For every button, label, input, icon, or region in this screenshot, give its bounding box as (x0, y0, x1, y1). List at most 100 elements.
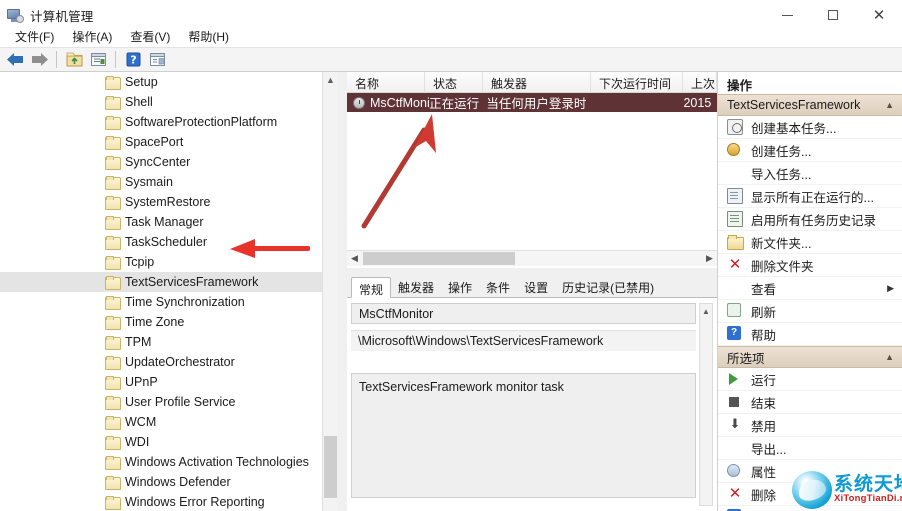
tab-0[interactable]: 常规 (351, 277, 392, 298)
table-row[interactable]: MsCtfMonitor正在运行当任何用户登录时 2015 (347, 93, 717, 112)
tree-item-label: UPnP (125, 375, 158, 389)
tree-item[interactable]: Tcpip (0, 252, 322, 272)
tab-1[interactable]: 触发器 (391, 276, 441, 297)
scroll-down-icon[interactable] (323, 495, 337, 511)
chevron-up-icon[interactable]: ▲ (885, 100, 894, 110)
action-refresh[interactable]: 刷新 (718, 300, 902, 323)
tree-item[interactable]: Time Synchronization (0, 292, 322, 312)
action-enable-history[interactable]: 启用所有任务历史记录 (718, 208, 902, 231)
column-header[interactable]: 状态 (425, 72, 483, 93)
hscroll-right-icon[interactable]: ▶ (702, 251, 717, 266)
tree-item-label: Setup (125, 75, 158, 89)
tree-item[interactable]: UpdateOrchestrator (0, 352, 322, 372)
actions-group-header[interactable]: TextServicesFramework ▲ (718, 94, 902, 116)
folder-icon (105, 236, 121, 250)
properties-button[interactable] (87, 49, 109, 70)
refresh-icon (727, 303, 743, 319)
tree-item[interactable]: Sysmain (0, 172, 322, 192)
tree-item[interactable]: WDI (0, 432, 322, 452)
action-delete-folder[interactable]: ✕ 删除文件夹 (718, 254, 902, 277)
tree-item[interactable]: Time Zone (0, 312, 322, 332)
up-folder-button[interactable] (63, 49, 85, 70)
task-list-pane: 名称状态触发器下次运行时间上次 MsCtfMonitor正在运行当任何用户登录时… (347, 72, 717, 511)
action-new-folder[interactable]: 新文件夹... (718, 231, 902, 254)
folder-icon (105, 256, 121, 270)
menu-file[interactable]: 文件(F) (6, 26, 63, 47)
scroll-up-icon[interactable]: ▲ (323, 72, 337, 88)
action-label: 查看 (751, 282, 777, 297)
hscroll-thumb[interactable] (363, 252, 515, 265)
actions-group-header[interactable]: 所选项 ▲ (718, 346, 902, 368)
window-title: 计算机管理 (30, 9, 94, 24)
tree-item[interactable]: Windows Defender (0, 472, 322, 492)
detail-scrollbar[interactable]: ▲ (699, 303, 713, 506)
action-disable[interactable]: ⬇ 禁用 (718, 414, 902, 437)
properties-icon (727, 463, 743, 479)
detail-scroll-up-icon[interactable]: ▲ (700, 304, 712, 318)
horizontal-splitter[interactable] (347, 268, 717, 276)
detail-general-panel: MsCtfMonitor \Microsoft\Windows\TextServ… (347, 298, 717, 511)
action-export[interactable]: 导出... (718, 437, 902, 460)
action-run[interactable]: 运行 (718, 368, 902, 391)
action-view[interactable]: 查看 ▶ (718, 277, 902, 300)
tree-item-label: Time Synchronization (125, 295, 245, 309)
forward-button[interactable] (28, 49, 50, 70)
tree-item[interactable]: WCM (0, 412, 322, 432)
folder-icon (105, 116, 121, 130)
back-button[interactable] (4, 49, 26, 70)
tab-3[interactable]: 条件 (479, 276, 517, 297)
tree-item[interactable]: Windows Activation Technologies (0, 452, 322, 472)
action-create-task[interactable]: 创建任务... (718, 139, 902, 162)
menu-action[interactable]: 操作(A) (63, 26, 121, 47)
minimize-icon (781, 14, 793, 16)
action-import-task[interactable]: 导入任务... (718, 162, 902, 185)
column-header[interactable]: 名称 (347, 72, 425, 93)
tab-2[interactable]: 操作 (441, 276, 479, 297)
tree-item[interactable]: Windows Error Reporting (0, 492, 322, 511)
end-icon (727, 394, 743, 410)
tree-item-label: Windows Activation Technologies (125, 455, 309, 469)
task-list-hscrollbar[interactable]: ◀ ▶ (347, 250, 717, 266)
tree-item[interactable]: Setup (0, 72, 322, 92)
tree-item[interactable]: TPM (0, 332, 322, 352)
tree-item-label: TextServicesFramework (125, 275, 259, 289)
menu-view[interactable]: 查看(V) (121, 26, 179, 47)
close-icon: ✕ (872, 5, 886, 24)
tree-item[interactable]: SoftwareProtectionPlatform (0, 112, 322, 132)
tree-item-label: WCM (125, 415, 157, 429)
tab-5[interactable]: 历史记录(已禁用) (555, 276, 661, 297)
column-header[interactable]: 上次 (683, 72, 717, 93)
help-button[interactable]: ? (122, 49, 144, 70)
action-show-running[interactable]: 显示所有正在运行的... (718, 185, 902, 208)
tree-item[interactable]: Task Manager (0, 212, 322, 232)
hscroll-left-icon[interactable]: ◀ (347, 251, 362, 266)
tree-item[interactable]: TextServicesFramework (0, 272, 322, 292)
column-header[interactable]: 触发器 (483, 72, 591, 93)
action-create-basic-task[interactable]: 创建基本任务... (718, 116, 902, 139)
folder-icon (105, 136, 121, 150)
action-end[interactable]: 结束 (718, 391, 902, 414)
svg-text:?: ? (130, 54, 136, 67)
tree-item[interactable]: TaskScheduler (0, 232, 322, 252)
folder-icon (105, 416, 121, 430)
menu-help[interactable]: 帮助(H) (179, 26, 238, 47)
tree-item-label: User Profile Service (125, 395, 236, 409)
task-location-field: \Microsoft\Windows\TextServicesFramework (351, 330, 696, 351)
column-header[interactable]: 下次运行时间 (591, 72, 683, 93)
vertical-splitter[interactable] (337, 72, 347, 511)
tree-item[interactable]: SystemRestore (0, 192, 322, 212)
tree-item[interactable]: SyncCenter (0, 152, 322, 172)
tree-scroll-thumb[interactable] (324, 436, 337, 498)
tree-scrollbar[interactable]: ▲ (322, 72, 337, 511)
tree-item[interactable]: UPnP (0, 372, 322, 392)
tree-item[interactable]: User Profile Service (0, 392, 322, 412)
show-hide-pane-button[interactable] (146, 49, 168, 70)
action-label: 新文件夹... (751, 236, 812, 251)
action-help[interactable]: ? 帮助 (718, 323, 902, 346)
actions-pane: 操作 TextServicesFramework ▲ 创建基本任务... 创建任务..… (717, 72, 902, 511)
chevron-up-icon[interactable]: ▲ (885, 352, 894, 362)
action-label: 刷新 (751, 305, 777, 320)
tab-4[interactable]: 设置 (517, 276, 555, 297)
tree-item[interactable]: Shell (0, 92, 322, 112)
tree-item[interactable]: SpacePort (0, 132, 322, 152)
